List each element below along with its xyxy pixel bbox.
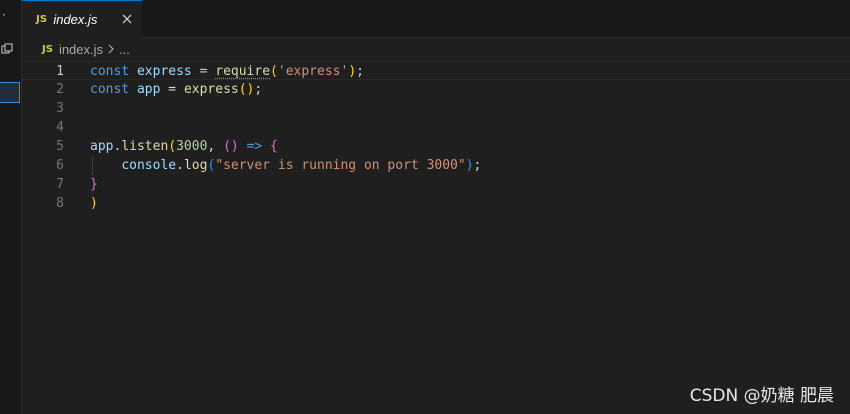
- line-number: 5: [56, 139, 64, 154]
- code-line[interactable]: 5 app.listen(3000, () => {: [22, 137, 850, 156]
- line-number: 4: [56, 120, 64, 135]
- code-text: }: [90, 177, 98, 192]
- code-line[interactable]: 8): [22, 194, 850, 213]
- code-text: const express = require('express');: [90, 64, 364, 79]
- code-line[interactable]: 3: [22, 99, 850, 118]
- line-number: 7: [56, 177, 64, 192]
- code-line[interactable]: 4: [22, 118, 850, 137]
- breadcrumb: JS index.js ...: [22, 38, 850, 60]
- tab-bar: JS index.js: [22, 0, 850, 38]
- more-actions-icon[interactable]: ·: [2, 9, 6, 21]
- tab-label: index.js: [53, 12, 98, 27]
- code-text: ): [90, 196, 98, 211]
- split-editor-icon[interactable]: [1, 43, 13, 55]
- line-number: 8: [56, 196, 64, 211]
- close-icon[interactable]: [120, 12, 134, 26]
- line-number: 6: [56, 158, 64, 173]
- line-number: 1: [56, 64, 64, 79]
- sidebar-strip: ·: [0, 0, 22, 414]
- code-text: app.listen(3000, () => {: [90, 139, 278, 154]
- breadcrumb-file[interactable]: index.js: [59, 42, 103, 57]
- code-line[interactable]: 6 console.log("server is running on port…: [22, 156, 850, 175]
- line-number: 2: [56, 82, 64, 97]
- sidebar-selected-item[interactable]: [0, 82, 20, 103]
- code-line[interactable]: 1 const express = require('express');: [22, 61, 850, 80]
- code-text: const app = express();: [90, 82, 263, 97]
- code-text: console.log("server is running on port 3…: [121, 158, 482, 173]
- chevron-right-icon: [108, 44, 114, 54]
- line-number: 3: [56, 101, 64, 116]
- breadcrumb-more[interactable]: ...: [119, 42, 130, 57]
- code-line[interactable]: 2 const app = express();: [22, 80, 850, 99]
- tab-index-js[interactable]: JS index.js: [22, 0, 142, 38]
- code-line[interactable]: 7}: [22, 175, 850, 194]
- watermark: CSDN @奶糖 肥晨: [689, 386, 834, 406]
- javascript-file-icon: JS: [36, 14, 48, 25]
- javascript-file-icon: JS: [42, 43, 53, 55]
- code-editor[interactable]: 1 const express = require('express'); 2 con…: [22, 60, 850, 414]
